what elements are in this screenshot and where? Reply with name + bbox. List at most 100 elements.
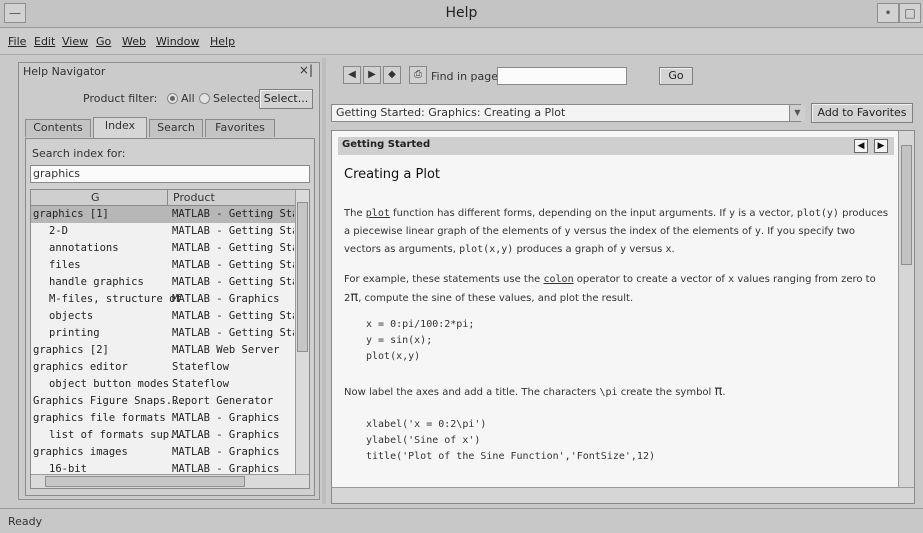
menu-file[interactable]: File: [8, 35, 26, 48]
index-keyword: object button modes: [49, 378, 170, 390]
index-product: MATLAB - Getting Star: [172, 327, 294, 339]
code-span: plot(y): [796, 208, 839, 219]
help-browser: ◀ ▶ ◆ ⎙ Find in page: Go Getting Started…: [329, 62, 915, 504]
text-span: create the symbol: [617, 387, 715, 398]
table-row[interactable]: graphics [1] MATLAB - Getting Star: [31, 206, 295, 223]
index-keyword: handle graphics: [49, 276, 144, 288]
table-row[interactable]: files MATLAB - Getting Star: [31, 257, 295, 274]
search-index-input[interactable]: graphics: [30, 165, 310, 183]
select-products-button[interactable]: Select...: [259, 89, 313, 109]
column-separator[interactable]: [167, 190, 168, 206]
index-keyword: list of formats sup...: [49, 429, 189, 441]
table-row[interactable]: objects MATLAB - Getting Star: [31, 308, 295, 325]
scroll-thumb[interactable]: [45, 476, 245, 487]
product-filter-label: Product filter:: [83, 92, 158, 105]
table-row[interactable]: graphics editor Stateflow: [31, 359, 295, 376]
find-in-page-input[interactable]: [497, 67, 627, 85]
index-keyword: M-files, structure of: [49, 293, 182, 305]
filter-all-label: All: [181, 92, 195, 105]
filter-all-radio[interactable]: [167, 93, 178, 104]
index-product: MATLAB - Getting Star: [172, 259, 294, 271]
product-filter: Product filter: All Selected Select...: [19, 89, 319, 109]
table-row[interactable]: printing MATLAB - Getting Star: [31, 325, 295, 342]
tab-contents[interactable]: Contents: [25, 119, 91, 137]
column-header-product[interactable]: Product: [173, 191, 215, 204]
table-row[interactable]: annotations MATLAB - Getting Star: [31, 240, 295, 257]
find-go-button[interactable]: Go: [659, 67, 693, 85]
navigator-tabs: Contents Index Search Favorites: [19, 117, 321, 139]
index-vertical-scrollbar[interactable]: [295, 190, 309, 474]
index-keyword: printing: [49, 327, 100, 339]
document-vertical-scrollbar[interactable]: [898, 131, 914, 489]
code-span: \pi: [599, 387, 618, 398]
print-icon[interactable]: ⎙: [409, 66, 427, 84]
index-keyword: 2-D: [49, 225, 68, 237]
menu-web[interactable]: Web: [122, 35, 146, 48]
forward-icon[interactable]: ▶: [363, 66, 381, 84]
back-icon[interactable]: ◀: [343, 66, 361, 84]
document-view: Getting Started ◀ ▶ Creating a Plot The …: [331, 130, 915, 504]
index-horizontal-scrollbar[interactable]: [31, 474, 309, 488]
scroll-thumb[interactable]: [901, 145, 912, 265]
text-span: is a vector,: [735, 208, 797, 219]
add-to-favorites-button[interactable]: Add to Favorites: [811, 103, 913, 123]
tab-search[interactable]: Search: [149, 119, 203, 137]
filter-selected-radio[interactable]: [199, 93, 210, 104]
table-row[interactable]: Graphics Figure Snaps... Report Generator: [31, 393, 295, 410]
status-bar: Ready: [0, 508, 923, 533]
tab-index[interactable]: Index: [93, 117, 147, 139]
index-keyword: objects: [49, 310, 94, 322]
breadcrumb: Getting Started: Graphics: Creating a Pl…: [331, 104, 801, 122]
maximize-button[interactable]: □: [899, 3, 921, 23]
paragraph-colon-example: For example, these statements use the co…: [344, 271, 892, 308]
text-span: function has different forms, depending …: [389, 208, 730, 219]
navigator-panel: Help Navigator ×| Product filter: All Se…: [18, 62, 320, 500]
window-title: Help: [445, 5, 478, 21]
menu-window[interactable]: Window: [156, 35, 199, 48]
index-keyword: graphics file formats: [33, 412, 166, 424]
column-header-keyword[interactable]: G: [91, 191, 100, 204]
plot-link[interactable]: plot: [366, 208, 390, 219]
index-product: Stateflow: [172, 361, 229, 373]
filter-selected-label: Selected: [213, 92, 261, 105]
menu-help[interactable]: Help: [210, 35, 235, 48]
table-row[interactable]: graphics [2] MATLAB Web Server: [31, 342, 295, 359]
menu-bar: File Edit View Go Web Window Help: [0, 29, 923, 55]
paragraph-label-axes: Now label the axes and add a title. The …: [344, 383, 892, 402]
reload-icon[interactable]: ◆: [383, 66, 401, 84]
table-row[interactable]: graphics file formats MATLAB - Graphics: [31, 410, 295, 427]
previous-page-icon[interactable]: ◀: [854, 139, 868, 153]
index-keyword: Graphics Figure Snaps...: [33, 395, 185, 407]
browser-toolbar: ◀ ▶ ◆ ⎙ Find in page: Go: [329, 62, 915, 88]
menu-edit[interactable]: Edit: [34, 35, 55, 48]
menu-go[interactable]: Go: [96, 35, 111, 48]
table-row[interactable]: graphics images MATLAB - Graphics: [31, 444, 295, 461]
text-span: The: [344, 208, 366, 219]
index-product: Report Generator: [172, 395, 274, 407]
text-span: .: [722, 387, 726, 398]
index-product: MATLAB - Graphics: [172, 412, 280, 424]
tab-favorites[interactable]: Favorites: [205, 119, 275, 137]
next-page-icon[interactable]: ▶: [874, 139, 888, 153]
scroll-thumb[interactable]: [297, 202, 308, 352]
minimize-button[interactable]: •: [877, 3, 899, 23]
paragraph-plot-forms: The plot function has different forms, d…: [344, 205, 892, 259]
split-pane-divider[interactable]: [322, 58, 326, 504]
text-span: versus: [626, 244, 666, 255]
index-keyword: files: [49, 259, 81, 271]
table-row[interactable]: 2-D MATLAB - Getting Star: [31, 223, 295, 240]
table-row[interactable]: handle graphics MATLAB - Getting Star: [31, 274, 295, 291]
navigator-title: Help Navigator: [23, 65, 106, 78]
colon-link[interactable]: colon: [544, 274, 574, 285]
table-row[interactable]: list of formats sup... MATLAB - Graphics: [31, 427, 295, 444]
table-row[interactable]: M-files, structure of MATLAB - Graphics: [31, 291, 295, 308]
text-span: produces a graph of: [513, 244, 621, 255]
close-navigator-button[interactable]: ×|: [299, 63, 313, 77]
chevron-down-icon[interactable]: ▼: [789, 105, 805, 121]
menu-view[interactable]: View: [62, 35, 88, 48]
document-horizontal-scrollbar[interactable]: [332, 487, 914, 503]
code-span: plot(x,y): [459, 244, 514, 255]
table-row[interactable]: object button modes Stateflow: [31, 376, 295, 393]
index-keyword: graphics [1]: [33, 208, 109, 220]
page-heading: Creating a Plot: [344, 167, 441, 182]
